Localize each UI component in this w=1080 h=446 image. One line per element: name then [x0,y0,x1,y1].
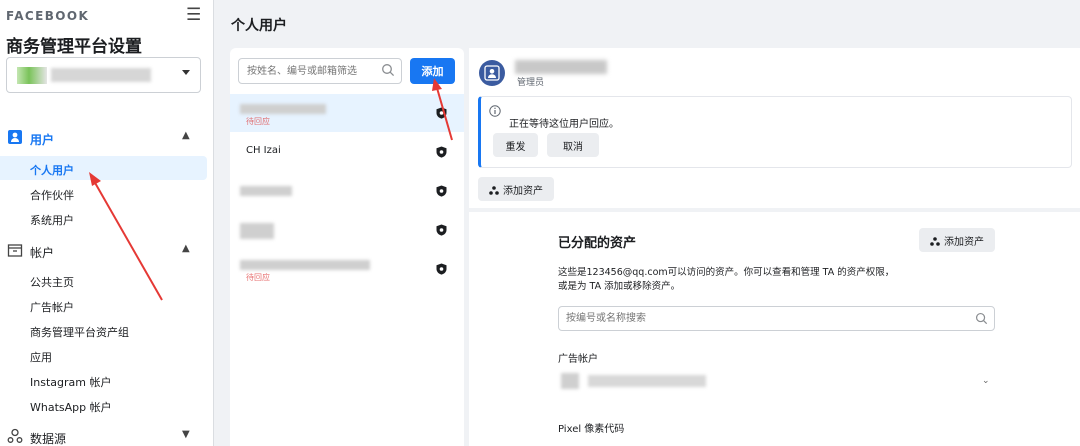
annotation-arrows [89,78,453,301]
annotation-arrow-icon [89,172,163,301]
annotation-arrow-icon [432,78,453,141]
